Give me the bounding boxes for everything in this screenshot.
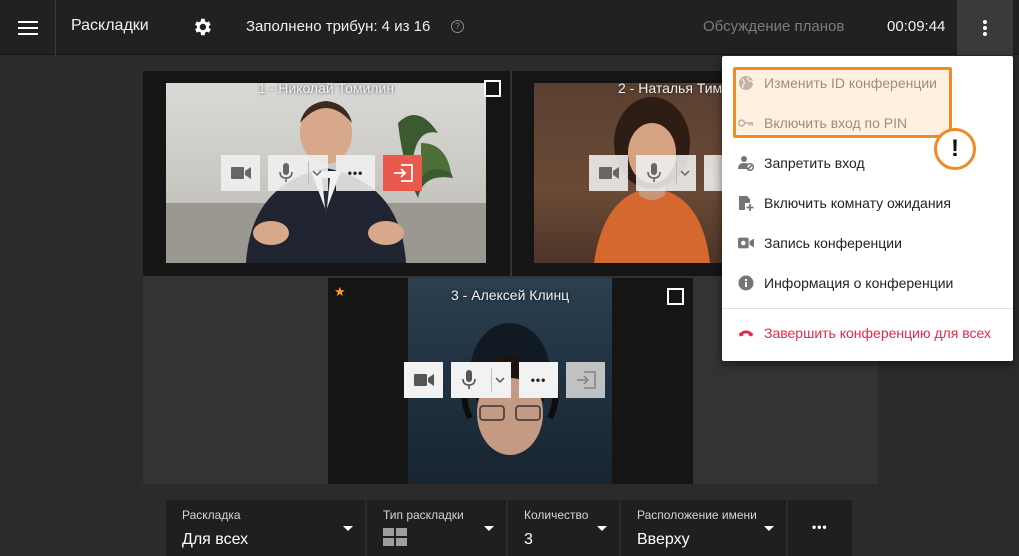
- mic-toggle-button[interactable]: [636, 155, 696, 191]
- name-position-label: Расположение имени: [637, 508, 757, 522]
- participant-more-button[interactable]: [704, 155, 724, 191]
- camera-toggle-button[interactable]: [589, 155, 628, 191]
- menu-button[interactable]: [0, 0, 56, 55]
- chevron-down-icon[interactable]: [495, 373, 505, 387]
- name-position-select[interactable]: Расположение имени Вверху: [621, 500, 786, 556]
- grid-icon: [383, 528, 407, 546]
- remove-from-layout-button[interactable]: [566, 362, 605, 398]
- top-bar: Раскладки Заполнено трибун: 4 из 16 ? Об…: [0, 0, 1019, 55]
- pinned-star-icon: ★: [334, 284, 346, 299]
- conference-timer: 00:09:44: [887, 18, 946, 35]
- exit-icon: [393, 164, 413, 182]
- chevron-down-icon[interactable]: [680, 166, 690, 180]
- more-horiz-icon: •••: [530, 373, 547, 387]
- layout-select-label: Раскладка: [182, 508, 241, 522]
- dropdown-arrow-icon: [484, 526, 494, 531]
- menu-item-conference-info[interactable]: Информация о конференции: [722, 263, 1013, 303]
- participant-controls: •••: [404, 362, 605, 398]
- camera-icon: [598, 167, 619, 179]
- tribune-status: Заполнено трибун: 4 из 16: [246, 18, 431, 35]
- count-label: Количество: [524, 508, 589, 522]
- gear-icon: [195, 18, 211, 36]
- conference-menu: Изменить ID конференции Включить вход по…: [722, 56, 1013, 361]
- mic-icon: [462, 370, 476, 389]
- participant-more-button[interactable]: •••: [519, 362, 558, 398]
- more-options-button[interactable]: [957, 0, 1013, 55]
- menu-item-label: Запретить вход: [764, 155, 865, 171]
- dropdown-arrow-icon: [764, 526, 774, 531]
- menu-item-label: Завершить конференцию для всех: [764, 325, 991, 341]
- page-title: Раскладки: [71, 17, 149, 34]
- participant-name: 1 - Николай Томилин: [258, 80, 394, 96]
- exit-icon: [576, 371, 596, 389]
- camera-icon: [413, 374, 434, 386]
- menu-item-change-conference-id[interactable]: Изменить ID конференции: [722, 63, 1013, 103]
- participant-controls: •••: [221, 155, 422, 191]
- participant-more-button[interactable]: •••: [336, 155, 375, 191]
- menu-item-end-conference[interactable]: Завершить конференцию для всех: [722, 313, 1013, 353]
- participant-name: 2 - Наталья Тим: [618, 80, 723, 96]
- menu-item-label: Включить вход по PIN: [764, 115, 908, 131]
- dropdown-arrow-icon: [343, 526, 353, 531]
- mic-icon: [279, 163, 293, 182]
- waiting-room-icon: [739, 196, 754, 211]
- layout-settings-bar: Раскладка Для всех Тип раскладки Количес…: [166, 500, 852, 556]
- participant-select-checkbox[interactable]: [667, 288, 684, 305]
- participant-controls: [589, 155, 724, 191]
- remove-from-layout-button[interactable]: [383, 155, 422, 191]
- globe-icon: [739, 76, 754, 90]
- camera-icon: [230, 167, 251, 179]
- hangup-icon: [738, 330, 754, 337]
- more-vert-icon: [983, 19, 987, 36]
- participant-tile[interactable]: 1 - Николай Томилин •••: [143, 71, 510, 276]
- mic-icon: [647, 163, 661, 182]
- participant-name: 3 - Алексей Клинц: [451, 287, 570, 303]
- mic-toggle-button[interactable]: [451, 362, 511, 398]
- info-icon: [738, 275, 754, 291]
- layout-select[interactable]: Раскладка Для всех: [166, 500, 365, 556]
- menu-item-waiting-room[interactable]: Включить комнату ожидания: [722, 183, 1013, 223]
- menu-item-label: Запись конференции: [764, 235, 902, 251]
- record-icon: [738, 237, 754, 249]
- attention-marker: !: [934, 128, 976, 170]
- menu-item-record-conference[interactable]: Запись конференции: [722, 223, 1013, 263]
- count-value: 3: [524, 531, 533, 548]
- chevron-down-icon[interactable]: [312, 166, 322, 180]
- menu-item-label: Информация о конференции: [764, 275, 954, 291]
- camera-toggle-button[interactable]: [404, 362, 443, 398]
- more-horiz-icon: •••: [347, 166, 364, 180]
- meeting-name: Обсуждение планов: [703, 18, 845, 35]
- dropdown-arrow-icon: [597, 526, 607, 531]
- menu-item-label: Изменить ID конференции: [764, 75, 937, 91]
- camera-toggle-button[interactable]: [221, 155, 260, 191]
- layout-select-value: Для всех: [182, 531, 249, 548]
- count-select[interactable]: Количество 3: [508, 500, 619, 556]
- key-icon: [738, 119, 754, 127]
- menu-divider: [722, 308, 1013, 309]
- participant-tile[interactable]: ★ 3 - Алексей Клинц •••: [328, 278, 693, 484]
- layout-type-select[interactable]: Тип раскладки: [367, 500, 506, 556]
- participant-select-checkbox[interactable]: [484, 80, 501, 97]
- menu-icon: [17, 20, 38, 35]
- layout-type-label: Тип раскладки: [383, 508, 464, 522]
- help-icon[interactable]: ?: [451, 20, 464, 33]
- more-horiz-icon: •••: [812, 520, 828, 534]
- block-user-icon: [738, 156, 754, 171]
- name-position-value: Вверху: [637, 531, 690, 548]
- mic-toggle-button[interactable]: [268, 155, 328, 191]
- menu-item-label: Включить комнату ожидания: [764, 195, 951, 211]
- layout-more-button[interactable]: •••: [788, 500, 852, 556]
- settings-button[interactable]: [188, 13, 216, 41]
